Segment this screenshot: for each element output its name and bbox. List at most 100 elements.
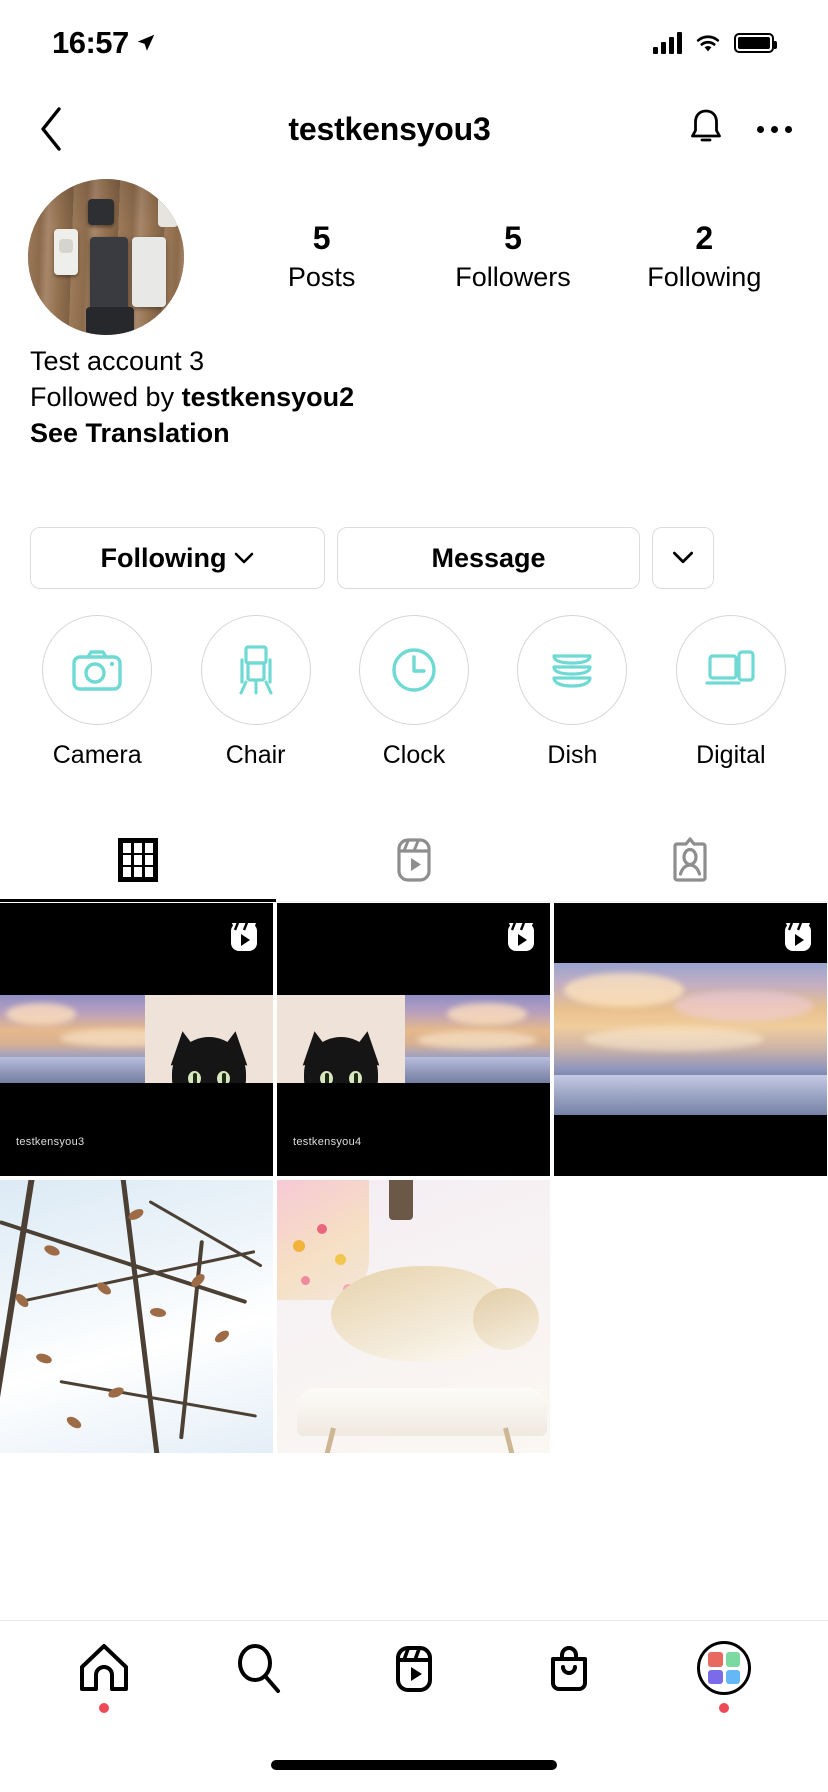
camera-icon [72, 650, 122, 691]
stat-following[interactable]: 2 Following [644, 219, 764, 295]
stat-posts[interactable]: 5 Posts [262, 219, 382, 295]
highlight-clock[interactable]: Clock [335, 615, 493, 770]
highlight-chair-label: Chair [225, 741, 286, 769]
tab-tagged[interactable] [552, 820, 828, 900]
notifications-button[interactable] [687, 106, 725, 153]
more-options-button[interactable] [757, 116, 792, 143]
post-cell-5[interactable] [277, 1180, 550, 1453]
stat-posts-label: Posts [287, 261, 356, 292]
post-cell-3[interactable] [554, 903, 827, 1176]
profile-badge [719, 1703, 730, 1713]
cellular-signal-icon [653, 32, 682, 54]
reels-icon [785, 919, 811, 951]
tab-reels[interactable] [276, 820, 552, 900]
clock-icon [392, 648, 436, 692]
avatar-object-laptop [86, 307, 134, 335]
post-3-waves [554, 1075, 827, 1115]
cat-eye-left [188, 1071, 201, 1083]
nav-shop[interactable] [492, 1621, 647, 1733]
shop-bag-icon [551, 1646, 588, 1691]
followed-by-line: Followed by testkensyou2 [30, 380, 790, 416]
tab-grid[interactable] [0, 820, 276, 900]
post-5-cat-head [473, 1288, 539, 1350]
highlight-chair-ring [200, 615, 311, 725]
stat-followers-count: 5 [504, 219, 522, 256]
avatar-object-phone-white [132, 237, 166, 307]
bottom-navigation [0, 1620, 828, 1792]
home-indicator [271, 1760, 557, 1770]
highlight-digital[interactable]: Digital [652, 615, 810, 770]
following-button[interactable]: Following [30, 527, 325, 589]
profile-stats: 5 Posts 5 Followers 2 Following [184, 219, 828, 295]
ellipsis-icon [757, 125, 764, 133]
post-3-sunset [554, 963, 827, 1115]
post-5-photo [277, 1180, 550, 1453]
wifi-icon [696, 34, 720, 51]
post-cell-1[interactable]: testkensyou3 [0, 903, 273, 1176]
reels-icon [231, 919, 257, 951]
chevron-left-icon [41, 107, 61, 151]
stat-posts-count: 5 [312, 219, 331, 256]
status-bar-clock: 16:57 [52, 25, 129, 60]
nav-search[interactable] [181, 1621, 336, 1733]
post-cell-4[interactable] [0, 1180, 273, 1453]
chevron-down-icon [235, 552, 254, 563]
bell-icon [691, 109, 721, 141]
nav-reels[interactable] [336, 1621, 491, 1733]
highlight-dish[interactable]: Dish [493, 615, 651, 770]
cat-head [165, 1028, 253, 1083]
highlight-digital-label: Digital [696, 741, 766, 769]
easel-chair-icon [239, 645, 273, 695]
avatar-object-phone-black [90, 237, 128, 311]
highlight-dish-ring [517, 615, 628, 725]
digital-devices-icon [705, 650, 755, 685]
reels-icon [397, 838, 431, 882]
search-icon [237, 1644, 280, 1693]
post-1-cat-inset [145, 995, 273, 1083]
cat-eye-right [349, 1071, 362, 1083]
suggestions-dropdown-button[interactable] [652, 527, 714, 589]
avatar-object-phone-small [158, 187, 178, 227]
post-1-watermark: testkensyou3 [16, 1136, 85, 1148]
tagged-icon [673, 837, 707, 882]
grid-icon [118, 838, 158, 882]
avatar-object-camera-lens [59, 239, 73, 253]
followed-by-username[interactable]: testkensyou2 [182, 382, 355, 412]
battery-full-icon [734, 33, 777, 53]
chevron-down-icon [672, 551, 694, 564]
followed-by-prefix: Followed by [30, 381, 182, 412]
following-button-label: Following [100, 542, 227, 573]
see-translation-link[interactable]: See Translation [30, 416, 790, 452]
highlight-chair[interactable]: Chair [176, 615, 334, 770]
stat-following-label: Following [647, 261, 762, 292]
cat-head [297, 1028, 385, 1083]
stat-followers[interactable]: 5 Followers [453, 219, 573, 295]
highlight-camera[interactable]: Camera [18, 615, 176, 770]
highlight-camera-ring [42, 615, 153, 725]
profile-avatar-icon [697, 1641, 752, 1695]
dish-stack-icon [552, 654, 593, 688]
cat-ear-left [297, 1028, 337, 1066]
nav-profile[interactable] [647, 1621, 802, 1733]
back-button[interactable] [36, 105, 92, 153]
profile-avatar[interactable] [28, 179, 184, 335]
home-icon [79, 1644, 128, 1691]
cat-eye-right [217, 1071, 230, 1083]
post-cell-2[interactable]: testkensyou4 [277, 903, 550, 1176]
profile-action-buttons: Following Message [30, 527, 798, 589]
profile-header: 5 Posts 5 Followers 2 Following [0, 179, 828, 335]
location-arrow-icon [137, 34, 155, 51]
reels-icon [508, 919, 534, 951]
message-button[interactable]: Message [337, 527, 640, 589]
highlight-dish-label: Dish [547, 741, 598, 769]
post-grid: testkensyou3 testkensyou4 [0, 903, 828, 1453]
navbar-actions [687, 106, 792, 153]
highlight-digital-ring [675, 615, 786, 725]
reels-icon [396, 1646, 432, 1692]
cat-ear-right [345, 1028, 385, 1066]
status-bar-right [653, 32, 777, 54]
home-badge [98, 1703, 109, 1713]
nav-home[interactable] [26, 1621, 181, 1733]
post-2-watermark: testkensyou4 [293, 1136, 362, 1148]
instagram-profile-screen: 16:57 testkensyou3 5 Posts 5 Followers 2… [0, 0, 828, 1792]
